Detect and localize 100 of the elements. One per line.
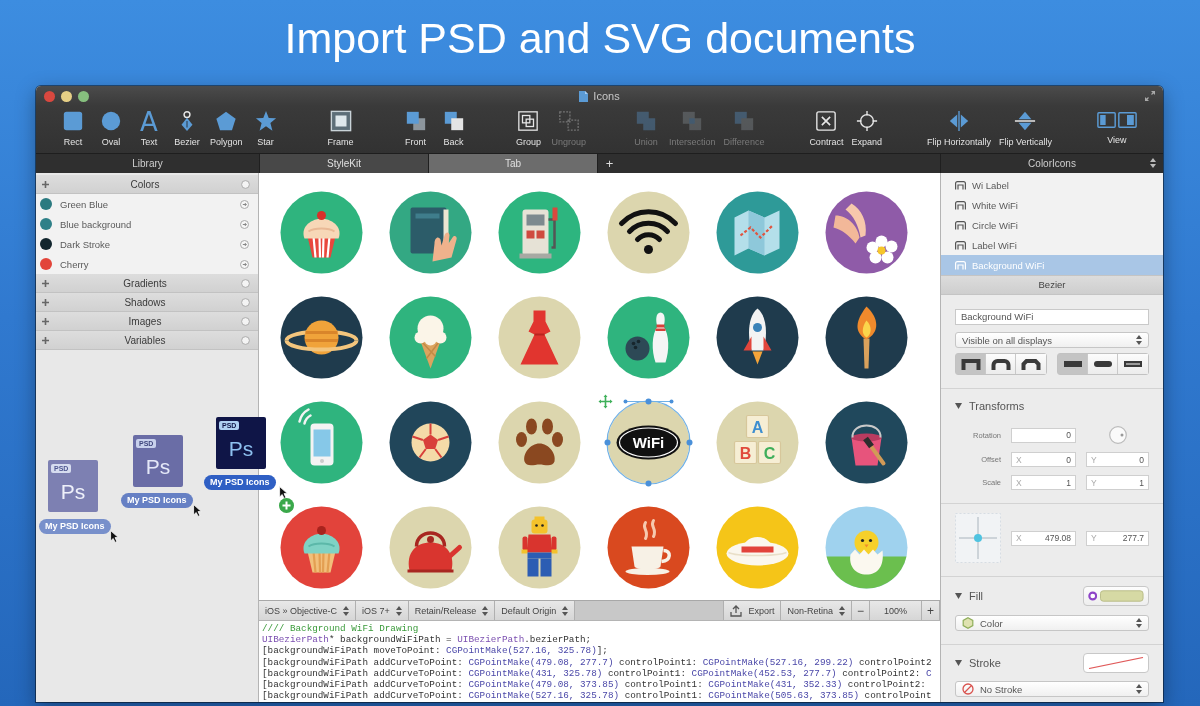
view-button[interactable]: View xyxy=(1094,110,1139,146)
move-icon[interactable] xyxy=(598,394,613,409)
section-header[interactable]: Images xyxy=(36,312,258,331)
segment-button[interactable] xyxy=(1118,354,1148,374)
disclosure-triangle-icon[interactable] xyxy=(955,403,962,409)
text-tool[interactable]: A Text xyxy=(132,110,166,148)
plus-icon xyxy=(42,279,49,287)
layer-row[interactable]: Wi Label xyxy=(941,175,1163,195)
dropdown-button[interactable]: Non-Retina xyxy=(781,601,852,620)
flip-horizontal-icon xyxy=(947,110,970,132)
name-field[interactable]: Background WiFi xyxy=(955,309,1149,325)
polygon-tool[interactable]: Polygon xyxy=(208,110,245,148)
layer-row[interactable]: Circle WiFi xyxy=(941,215,1163,235)
number-field[interactable]: Y 0 xyxy=(1086,452,1149,467)
section-header[interactable]: Shadows xyxy=(36,293,258,312)
diagonal-line-icon xyxy=(1088,657,1144,669)
dropdown-button[interactable]: iOS 7+ xyxy=(356,601,409,620)
code-line: [backgroundWiFiPath addCurveToPoint: CGPointMake(479.08, 373.85) controlPoint1: CGPointMake(431, 352.33) controlPoint2: xyxy=(262,678,927,691)
color-row[interactable]: Blue background xyxy=(36,214,258,234)
layer-row[interactable]: Label WiFi xyxy=(941,235,1163,255)
visibility-dropdown[interactable]: Visible on all displays xyxy=(955,332,1149,348)
segmented-control[interactable] xyxy=(1057,353,1149,375)
arch-shape-icon xyxy=(955,260,966,270)
up-down-arrows-icon xyxy=(395,605,402,616)
tab[interactable]: StyleKit xyxy=(259,154,428,173)
panel-title: ColorIcons xyxy=(1028,158,1076,169)
arch-shape-icon xyxy=(955,200,966,210)
segment-button[interactable] xyxy=(1058,354,1088,374)
number-field[interactable]: X 1 xyxy=(1011,475,1076,490)
section-title: Images xyxy=(127,315,163,327)
round-arch-icon xyxy=(990,358,1011,370)
back-button[interactable]: Back xyxy=(436,110,471,148)
color-row[interactable]: Green Blue xyxy=(36,194,258,214)
stacked-squares-icon xyxy=(442,110,465,132)
color-well[interactable] xyxy=(1083,586,1149,606)
flip-vertical-icon xyxy=(1014,110,1037,132)
dashed-squares-icon xyxy=(557,110,580,132)
circle-arrow-icon[interactable] xyxy=(240,199,249,209)
color-row[interactable]: Cherry xyxy=(36,254,258,274)
circle-arrow-icon[interactable] xyxy=(240,219,249,229)
fill-type-dropdown[interactable]: Color xyxy=(955,615,1149,631)
difference-icon xyxy=(732,110,755,132)
segment-button[interactable] xyxy=(1016,354,1046,374)
minimize-button[interactable] xyxy=(61,90,72,102)
front-button[interactable]: Front xyxy=(398,110,433,148)
layer-name: Circle WiFi xyxy=(972,219,1018,231)
flip-horizontal-button[interactable]: Flip Horizontally xyxy=(924,110,993,148)
number-field[interactable]: X 0 xyxy=(1011,452,1076,467)
text-tool-glyph: A xyxy=(140,110,158,132)
rect-tool[interactable]: Rect xyxy=(56,110,90,148)
flip-vertical-button[interactable]: Flip Vertically xyxy=(996,110,1054,148)
circle-ticks-icon xyxy=(855,110,878,132)
circle-arrow-icon[interactable] xyxy=(240,239,249,249)
section-header[interactable]: Variables xyxy=(36,331,258,350)
export-button[interactable]: Export xyxy=(723,601,782,620)
plus-icon xyxy=(42,298,49,306)
segmented-control[interactable] xyxy=(955,353,1047,375)
zoom-button[interactable] xyxy=(78,90,89,102)
disclosure-triangle-icon[interactable] xyxy=(955,660,962,666)
bezier-tool[interactable]: Bezier xyxy=(170,110,204,148)
number-field[interactable]: Y 277.7 xyxy=(1086,530,1149,546)
square-icon xyxy=(62,110,84,132)
plus-badge-icon xyxy=(279,498,294,513)
hexagon-icon xyxy=(962,617,974,629)
code-line: [backgroundWiFiPath addCurveToPoint: CGPointMake(527.16, 325.78) controlPoint1: CGPointMake(505.63, 373.85) controlPoint xyxy=(262,690,933,702)
group-button[interactable]: Group xyxy=(511,110,546,148)
segment-button[interactable] xyxy=(956,354,986,374)
section-header[interactable]: Gradients xyxy=(36,274,258,293)
color-row[interactable]: Dark Stroke xyxy=(36,234,258,254)
segment-button[interactable] xyxy=(1088,354,1118,374)
stroke-well[interactable] xyxy=(1083,653,1149,673)
frame-tool[interactable]: Frame xyxy=(323,110,358,148)
dropdown-button[interactable]: iOS » Objective-C xyxy=(259,601,357,620)
segment-button[interactable] xyxy=(986,354,1016,374)
square-cross-icon xyxy=(815,110,838,132)
section-title: Fill xyxy=(969,590,984,602)
fullscreen-icon[interactable] xyxy=(1145,91,1155,101)
section-title: Variables xyxy=(123,334,167,346)
file-name-label: My PSD Icons xyxy=(204,475,276,490)
layer-row[interactable]: White WiFi xyxy=(941,195,1163,215)
tab[interactable]: Tab xyxy=(428,154,597,173)
number-field[interactable]: X 479.08 xyxy=(1011,530,1076,546)
number-field[interactable]: 0 xyxy=(1011,427,1076,443)
expand-button[interactable]: Expand xyxy=(849,110,884,148)
oval-tool[interactable]: Oval xyxy=(94,110,128,148)
color-name: Dark Stroke xyxy=(60,238,112,250)
code-line: [backgroundWiFiPath addCurveToPoint: CGPointMake(479.08, 277.7) controlPoint1: CGPointMake(527.16, 299.22) controlPoint2 xyxy=(262,656,933,668)
close-button[interactable] xyxy=(44,90,55,102)
section-header[interactable]: Colors xyxy=(36,175,258,194)
selection-handles[interactable] xyxy=(604,398,693,487)
star-tool[interactable]: Star xyxy=(248,110,283,148)
stroke-type-dropdown[interactable]: No Stroke xyxy=(955,681,1149,697)
up-down-arrows-icon xyxy=(838,605,845,616)
disclosure-triangle-icon[interactable] xyxy=(955,593,962,599)
number-field[interactable]: Y 1 xyxy=(1086,475,1149,490)
circle-icon xyxy=(100,110,122,132)
dropdown-button[interactable]: Retain/Release xyxy=(408,601,496,620)
circle-arrow-icon[interactable] xyxy=(240,259,249,269)
dropdown-button[interactable]: Default Origin xyxy=(495,601,576,620)
contract-button[interactable]: Contract xyxy=(807,110,846,148)
